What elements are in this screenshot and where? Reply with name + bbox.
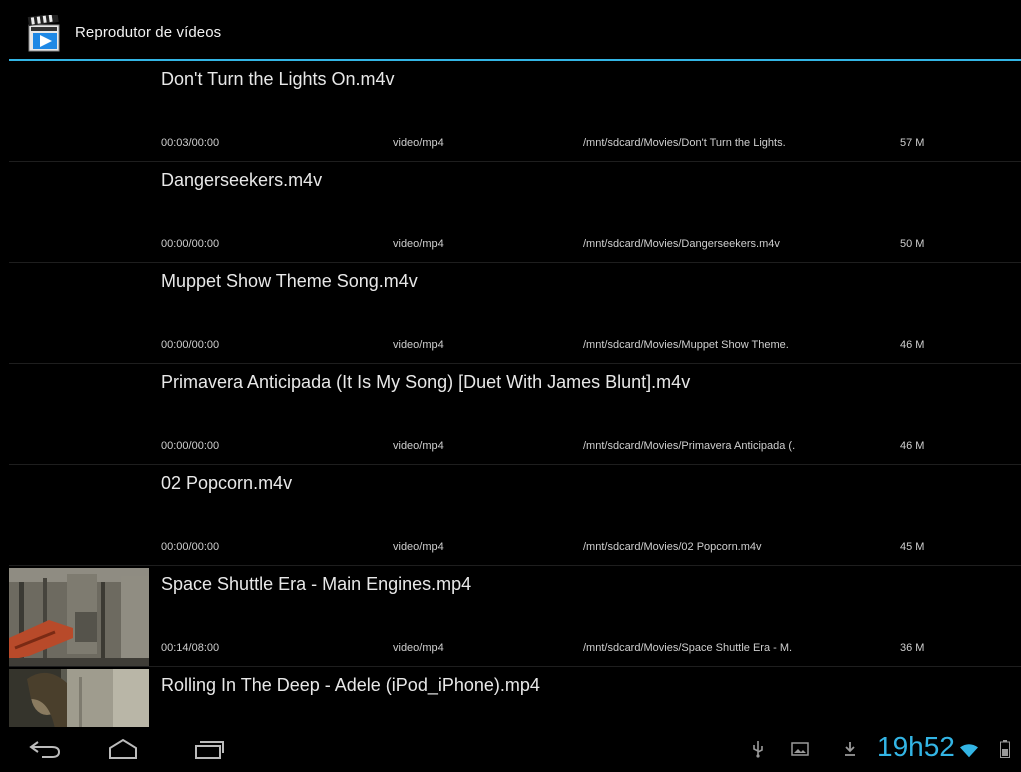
usb-icon — [749, 739, 767, 759]
video-title: Space Shuttle Era - Main Engines.mp4 — [161, 574, 472, 594]
video-position: 00:00/00:00 — [161, 440, 220, 452]
wifi-icon — [960, 741, 978, 761]
app-window: Reprodutor de vídeos Don't Turn the Ligh… — [9, 9, 1021, 772]
video-title: Dangerseekers.m4v — [161, 170, 323, 190]
video-path: /mnt/sdcard/Movies/Dangerseekers.m4v — [583, 238, 780, 250]
video-size: 57 M — [900, 137, 925, 149]
app-title: Reprodutor de vídeos — [75, 24, 222, 41]
video-position: 00:14/08:00 — [161, 642, 220, 654]
back-icon[interactable] — [23, 733, 67, 765]
video-mime-type: video/mp4 — [393, 541, 444, 553]
video-list-item[interactable]: Muppet Show Theme Song.m4v 00:00/00:00 v… — [9, 263, 1021, 364]
video-list-item[interactable]: Primavera Anticipada (It Is My Song) [Du… — [9, 364, 1021, 465]
video-size: 36 M — [900, 642, 925, 654]
video-path: /mnt/sdcard/Movies/Space Shuttle Era - M… — [583, 642, 793, 654]
video-size: 45 M — [900, 541, 925, 553]
video-mime-type: video/mp4 — [393, 238, 444, 250]
video-list-item[interactable]: Space Shuttle Era - Main Engines.mp4 00:… — [9, 566, 1021, 667]
video-path: /mnt/sdcard/Movies/Primavera Anticipada … — [583, 440, 796, 452]
video-list-item[interactable]: Dangerseekers.m4v 00:00/00:00 video/mp4 … — [9, 162, 1021, 263]
video-mime-type: video/mp4 — [393, 642, 444, 654]
download-icon — [841, 739, 859, 759]
gallery-notification-icon — [791, 739, 809, 759]
video-path: /mnt/sdcard/Movies/Muppet Show Theme. — [583, 339, 789, 351]
video-mime-type: video/mp4 — [393, 339, 444, 351]
video-size: 50 M — [900, 238, 925, 250]
home-icon[interactable] — [101, 733, 145, 765]
video-position: 00:00/00:00 — [161, 238, 220, 250]
video-position: 00:00/00:00 — [161, 541, 220, 553]
video-title: Muppet Show Theme Song.m4v — [161, 271, 418, 291]
clapperboard-play-icon[interactable] — [27, 12, 63, 55]
recent-apps-icon[interactable] — [187, 733, 231, 765]
video-list-item[interactable]: Don't Turn the Lights On.m4v 00:03/00:00… — [9, 61, 1021, 162]
video-thumbnail — [9, 669, 149, 727]
video-title: Rolling In The Deep - Adele (iPod_iPhone… — [161, 675, 540, 695]
video-position: 00:00/00:00 — [161, 339, 220, 351]
video-list-item[interactable]: Rolling In The Deep - Adele (iPod_iPhone… — [9, 667, 1021, 727]
video-title: Primavera Anticipada (It Is My Song) [Du… — [161, 372, 691, 392]
action-bar: Reprodutor de vídeos — [9, 9, 1021, 59]
video-title: 02 Popcorn.m4v — [161, 473, 293, 493]
video-size: 46 M — [900, 339, 925, 351]
video-mime-type: video/mp4 — [393, 137, 444, 149]
video-list[interactable]: Don't Turn the Lights On.m4v 00:03/00:00… — [9, 61, 1021, 727]
video-title: Don't Turn the Lights On.m4v — [161, 69, 395, 89]
video-thumbnail — [9, 568, 149, 666]
video-size: 46 M — [900, 440, 925, 452]
battery-icon — [999, 739, 1011, 759]
video-path: /mnt/sdcard/Movies/Don't Turn the Lights… — [583, 137, 786, 149]
video-path: /mnt/sdcard/Movies/02 Popcorn.m4v — [583, 541, 762, 553]
video-position: 00:03/00:00 — [161, 137, 220, 149]
system-navigation-bar: 19h52 — [9, 727, 1021, 772]
video-list-item[interactable]: 02 Popcorn.m4v 00:00/00:00 video/mp4 /mn… — [9, 465, 1021, 566]
status-clock: 19h52 — [877, 731, 955, 762]
video-mime-type: video/mp4 — [393, 440, 444, 452]
